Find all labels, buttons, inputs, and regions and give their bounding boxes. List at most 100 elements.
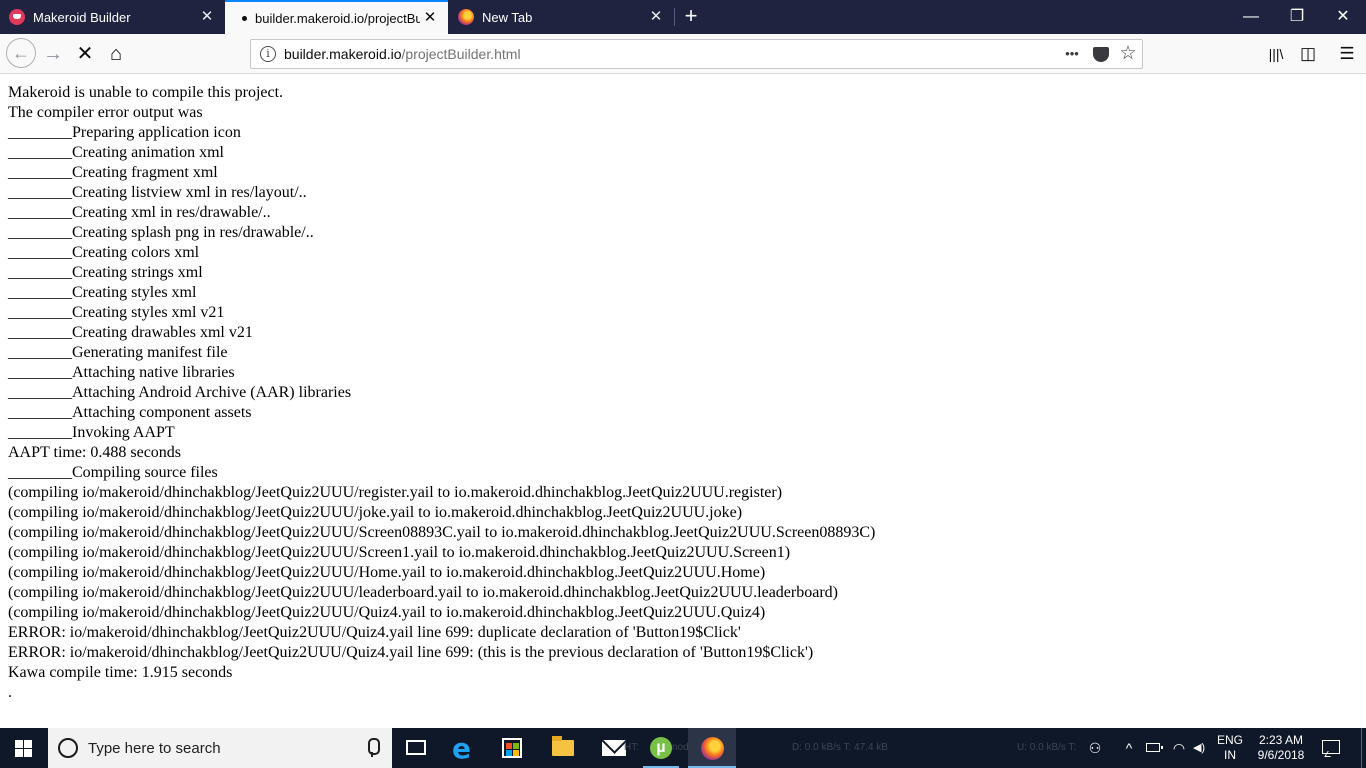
tab-makeroid-builder[interactable]: Makeroid Builder ✕	[0, 0, 225, 34]
output-line: (compiling io/makeroid/dhinchakblog/Jeet…	[8, 504, 743, 521]
search-placeholder: Type here to search	[88, 740, 221, 757]
output-line: ________Generating manifest file	[8, 344, 228, 361]
output-line: Makeroid is unable to compile this proje…	[8, 84, 284, 101]
battery-icon[interactable]	[1146, 743, 1163, 752]
output-line: ERROR: io/makeroid/dhinchakblog/JeetQuiz…	[8, 644, 814, 661]
taskbar-search-box[interactable]: Type here to search	[48, 728, 392, 768]
output-line: (compiling io/makeroid/dhinchakblog/Jeet…	[8, 524, 876, 541]
show-hidden-icons-icon[interactable]: ^	[1120, 739, 1138, 757]
tab-project-builder[interactable]: builder.makeroid.io/projectBuilder.html …	[225, 0, 448, 34]
people-icon[interactable]: ⚇	[1086, 739, 1104, 757]
output-line: ________Attaching Android Archive (AAR) …	[8, 384, 352, 401]
url-host: builder.makeroid.io	[284, 46, 402, 62]
loading-indicator-icon	[242, 15, 247, 21]
output-line: ________Creating xml in res/drawable/..	[8, 204, 271, 221]
close-window-button[interactable]: ✕	[1320, 0, 1366, 34]
tab-new-tab[interactable]: New Tab ✕	[449, 0, 674, 34]
tab-title: New Tab	[482, 9, 533, 25]
output-line: ________Creating styles xml	[8, 284, 197, 301]
tab-title: Makeroid Builder	[33, 9, 131, 25]
output-line: (compiling io/makeroid/dhinchakblog/Jeet…	[8, 544, 791, 561]
output-line: (compiling io/makeroid/dhinchakblog/Jeet…	[8, 584, 838, 601]
output-line: ________Invoking AAPT	[8, 424, 175, 441]
taskbar-edge[interactable]: e	[440, 728, 488, 768]
language-code: ENG	[1216, 733, 1243, 747]
close-tab-icon[interactable]: ✕	[199, 9, 215, 25]
start-button[interactable]	[0, 728, 48, 768]
download-speed: D: 0.0 kB/s T: 47.4 kB	[792, 742, 888, 753]
output-line: ________Creating listview xml in res/lay…	[8, 184, 307, 201]
output-line: .	[8, 684, 12, 701]
bookmark-star-icon[interactable]: ☆	[1117, 43, 1139, 65]
output-line: The compiler error output was	[8, 104, 203, 121]
output-line: ERROR: io/makeroid/dhinchakblog/JeetQuiz…	[8, 624, 741, 641]
upload-speed: U: 0.0 kB/s T:	[1017, 742, 1077, 753]
tab-strip: Makeroid Builder ✕ builder.makeroid.io/p…	[0, 0, 1366, 34]
action-center-icon[interactable]	[1320, 738, 1342, 758]
output-line: ________Creating drawables xml v21	[8, 324, 253, 341]
back-button[interactable]: ←	[6, 38, 36, 68]
language-region: IN	[1224, 748, 1236, 762]
clock-time: 2:23 AM	[1258, 733, 1304, 747]
taskbar-file-explorer[interactable]	[540, 728, 588, 768]
output-line: ________Compiling source files	[8, 464, 218, 481]
output-line: (compiling io/makeroid/dhinchakblog/Jeet…	[8, 484, 783, 501]
url-text[interactable]: builder.makeroid.io/projectBuilder.html	[284, 46, 521, 62]
output-line: (compiling io/makeroid/dhinchakblog/Jeet…	[8, 564, 766, 581]
url-path: /projectBuilder.html	[401, 46, 521, 62]
edge-icon: e	[452, 732, 471, 765]
wifi-icon[interactable]: ◠	[1170, 739, 1188, 757]
task-view-icon	[406, 740, 426, 755]
tab-separator	[674, 8, 675, 26]
tab-title: builder.makeroid.io/projectBuilder.html	[255, 10, 420, 26]
utorrent-icon: µ	[650, 737, 672, 759]
url-bar[interactable]: i builder.makeroid.io/projectBuilder.htm…	[250, 39, 1143, 69]
forward-button[interactable]: →	[39, 40, 67, 68]
sidebar-icon[interactable]: ◫	[1294, 40, 1322, 68]
compiler-output: Makeroid is unable to compile this proje…	[8, 83, 875, 703]
microphone-icon[interactable]	[364, 738, 380, 758]
output-line: ________Creating animation xml	[8, 144, 224, 161]
output-line: AAPT time: 0.488 seconds	[8, 444, 182, 461]
restore-button[interactable]: ❐	[1274, 0, 1320, 34]
output-line: ________Preparing application icon	[8, 124, 241, 141]
firefox-icon	[701, 737, 724, 760]
system-clock[interactable]: 2:23 AM 9/6/2018	[1252, 733, 1310, 763]
output-line: Kawa compile time: 1.915 seconds	[8, 664, 233, 681]
output-line: ________Attaching native libraries	[8, 364, 235, 381]
stop-loading-button[interactable]: ✕	[71, 40, 99, 68]
windows-logo-icon	[15, 740, 32, 757]
pocket-icon[interactable]	[1093, 47, 1109, 62]
menu-icon[interactable]: ☰	[1333, 40, 1361, 68]
site-info-icon[interactable]: i	[260, 46, 276, 62]
mail-icon	[602, 740, 626, 756]
clock-date: 9/6/2018	[1257, 748, 1305, 762]
navigation-toolbar: ← → ✕ ⌂ i builder.makeroid.io/projectBui…	[0, 34, 1366, 74]
new-tab-button[interactable]: +	[680, 5, 702, 27]
output-line: ________Attaching component assets	[8, 404, 252, 421]
windows-taskbar: Type here to search e HT: µ nodes D: 0.0…	[0, 728, 1366, 768]
home-button[interactable]: ⌂	[102, 40, 130, 68]
cortana-icon	[58, 738, 78, 758]
taskbar-store[interactable]	[488, 728, 536, 768]
library-icon[interactable]: |||\	[1262, 40, 1290, 68]
minimize-button[interactable]: —	[1228, 0, 1274, 34]
output-line: ________Creating colors xml	[8, 244, 200, 261]
output-line: ________Creating strings xml	[8, 264, 203, 281]
show-desktop-button[interactable]	[1361, 728, 1366, 768]
output-line: ________Creating fragment xml	[8, 164, 218, 181]
input-language[interactable]: ENG IN	[1213, 733, 1247, 763]
makeroid-icon	[9, 9, 25, 25]
taskbar-firefox[interactable]	[688, 728, 736, 768]
volume-icon[interactable]: ◀)	[1190, 739, 1208, 757]
firefox-icon	[458, 9, 474, 25]
output-line: ________Creating styles xml v21	[8, 304, 225, 321]
store-icon	[502, 738, 522, 758]
task-view-button[interactable]	[392, 728, 440, 768]
close-tab-icon[interactable]: ✕	[422, 10, 438, 26]
page-actions-icon[interactable]: •••	[1061, 43, 1083, 65]
close-tab-icon[interactable]: ✕	[648, 9, 664, 25]
output-line: (compiling io/makeroid/dhinchakblog/Jeet…	[8, 604, 766, 621]
folder-icon	[552, 736, 574, 756]
output-line: ________Creating splash png in res/drawa…	[8, 224, 314, 241]
